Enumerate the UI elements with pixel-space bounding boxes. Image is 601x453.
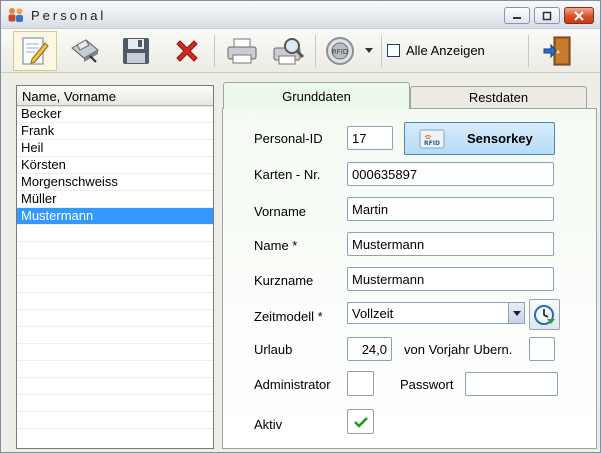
sensorkey-button[interactable]: RFID Sensorkey bbox=[404, 122, 555, 155]
timemodel-clock-button[interactable] bbox=[529, 299, 560, 330]
rfid-icon: RFID bbox=[326, 37, 354, 65]
list-item[interactable]: Morgenschweiss bbox=[17, 174, 213, 191]
personal-window: Personal RFID Alle Anzeigen Name, Vornam… bbox=[0, 0, 601, 453]
list-item[interactable]: Körsten bbox=[17, 157, 213, 174]
clock-icon bbox=[533, 304, 555, 325]
list-item[interactable]: Heil bbox=[17, 140, 213, 157]
list-item-empty bbox=[17, 361, 213, 378]
list-item-empty bbox=[17, 395, 213, 412]
password-field[interactable] bbox=[465, 372, 558, 396]
list-item-empty bbox=[17, 378, 213, 395]
active-label: Aktiv bbox=[254, 417, 283, 432]
list-item-empty bbox=[17, 412, 213, 429]
show-all-label: Alle Anzeigen bbox=[406, 43, 485, 58]
list-item-empty bbox=[17, 293, 213, 310]
personal-id-field[interactable] bbox=[347, 126, 393, 150]
list-item-empty bbox=[17, 327, 213, 344]
show-all-box[interactable] bbox=[387, 44, 400, 57]
delete-button[interactable] bbox=[165, 31, 209, 71]
list-item-empty bbox=[17, 310, 213, 327]
print-button[interactable] bbox=[220, 31, 264, 71]
maximize-icon bbox=[542, 11, 552, 20]
svg-text:RFID: RFID bbox=[332, 48, 348, 56]
dropdown-arrow-icon bbox=[365, 48, 373, 53]
checkmark-icon bbox=[353, 416, 368, 428]
personal-id-label: Personal-ID bbox=[254, 131, 323, 146]
card-number-field[interactable] bbox=[347, 162, 554, 186]
card-reader-icon bbox=[71, 39, 99, 63]
vacation-label: Urlaub bbox=[254, 342, 293, 357]
list-item[interactable]: Müller bbox=[17, 191, 213, 208]
svg-text:RFID: RFID bbox=[424, 140, 440, 147]
toolbar-separator bbox=[315, 35, 316, 67]
minimize-icon bbox=[513, 16, 521, 19]
toolbar-separator bbox=[528, 35, 529, 67]
timemodel-select[interactable]: Vollzeit bbox=[347, 302, 525, 324]
sensorkey-label: Sensorkey bbox=[467, 131, 533, 146]
title-bar[interactable]: Personal bbox=[1, 1, 600, 29]
name-field[interactable] bbox=[347, 232, 554, 256]
window-title: Personal bbox=[31, 8, 107, 23]
save-button[interactable] bbox=[114, 31, 158, 71]
save-icon bbox=[123, 38, 149, 64]
shortname-label: Kurzname bbox=[254, 273, 314, 288]
toolbar-separator bbox=[214, 35, 215, 67]
card-reader-button[interactable] bbox=[63, 31, 107, 71]
people-icon bbox=[8, 8, 23, 22]
list-item-empty bbox=[17, 344, 213, 361]
maximize-button[interactable] bbox=[534, 7, 560, 24]
list-item-selected[interactable]: Mustermann bbox=[17, 208, 213, 225]
firstname-label: Vorname bbox=[254, 204, 307, 219]
rfid-button[interactable]: RFID bbox=[319, 31, 363, 71]
list-item-empty bbox=[17, 242, 213, 259]
firstname-field[interactable] bbox=[347, 197, 554, 221]
print-icon bbox=[227, 38, 257, 64]
card-number-label: Karten - Nr. bbox=[254, 167, 321, 182]
list-header[interactable]: Name, Vorname bbox=[17, 86, 213, 107]
close-button[interactable] bbox=[564, 7, 594, 24]
password-label: Passwort bbox=[400, 377, 454, 392]
admin-label: Administrator bbox=[254, 377, 331, 392]
toolbar: RFID Alle Anzeigen bbox=[1, 29, 600, 73]
exit-icon bbox=[543, 36, 571, 66]
employee-list[interactable]: Name, Vorname Becker Frank Heil Körsten … bbox=[16, 85, 214, 449]
chevron-down-icon[interactable] bbox=[508, 303, 524, 323]
admin-checkbox[interactable] bbox=[347, 371, 374, 396]
list-item-empty bbox=[17, 225, 213, 242]
exit-button[interactable] bbox=[536, 31, 580, 71]
tab-restdaten[interactable]: Restdaten bbox=[410, 86, 587, 108]
rfid-card-icon: RFID bbox=[419, 129, 445, 148]
shortname-field[interactable] bbox=[347, 267, 554, 291]
name-label: Name * bbox=[254, 238, 298, 253]
timemodel-value: Vollzeit bbox=[352, 306, 394, 321]
close-icon bbox=[574, 10, 584, 21]
tab-grunddaten[interactable]: Grunddaten bbox=[223, 82, 410, 109]
list-item-empty bbox=[17, 259, 213, 276]
edit-icon bbox=[22, 37, 49, 65]
timemodel-label: Zeitmodell * bbox=[254, 309, 323, 324]
show-all-checkbox[interactable]: Alle Anzeigen bbox=[387, 43, 485, 58]
minimize-button[interactable] bbox=[504, 7, 530, 24]
list-item-empty bbox=[17, 276, 213, 293]
prev-year-checkbox[interactable] bbox=[529, 337, 555, 361]
delete-icon bbox=[176, 40, 198, 62]
rfid-dropdown-button[interactable] bbox=[361, 31, 377, 71]
active-checkbox[interactable] bbox=[347, 409, 374, 434]
print-preview-icon bbox=[273, 38, 305, 65]
toolbar-separator bbox=[381, 35, 382, 67]
print-preview-button[interactable] bbox=[267, 31, 311, 71]
list-item[interactable]: Becker bbox=[17, 106, 213, 123]
prev-year-label: von Vorjahr Ubern. bbox=[404, 342, 513, 357]
list-item[interactable]: Frank bbox=[17, 123, 213, 140]
edit-button[interactable] bbox=[13, 31, 57, 71]
vacation-field[interactable] bbox=[347, 337, 392, 361]
